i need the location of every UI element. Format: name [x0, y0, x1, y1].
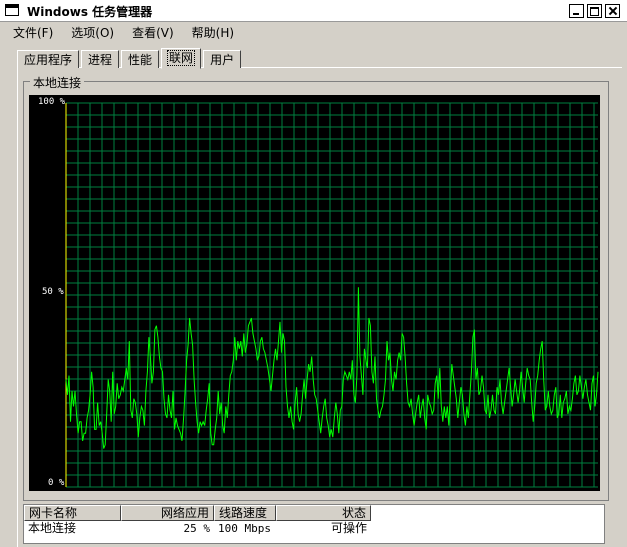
tab-users[interactable]: 用户 [203, 50, 242, 68]
tab-label: 应用程序 [24, 53, 73, 67]
column-link-speed[interactable]: 线路速度 [214, 505, 276, 521]
column-adapter-name[interactable]: 网卡名称 [24, 505, 121, 521]
network-utilization-graph: 100 % 50 % 0 % [29, 95, 600, 491]
tab-label: 用户 [210, 53, 235, 67]
menu-file[interactable]: 文件(F) [0, 24, 59, 41]
tab-strip: 应用程序 进程 性能 联网 用户 [17, 48, 243, 69]
column-state[interactable]: 状态 [276, 505, 371, 521]
tab-performance[interactable]: 性能 [121, 50, 160, 68]
tab-label: 性能 [128, 53, 153, 67]
menu-options[interactable]: 选项(O) [59, 24, 120, 41]
connection-group-label: 本地连接 [30, 74, 85, 91]
tab-label: 联网 [167, 50, 196, 66]
utilization-series-line [65, 287, 599, 449]
graph-grid [65, 102, 598, 488]
tab-networking[interactable]: 联网 [161, 48, 202, 69]
tab-applications[interactable]: 应用程序 [17, 50, 80, 68]
y-label-100: 100 % [38, 97, 66, 107]
window-title: Windows 任务管理器 [27, 5, 153, 19]
table-row[interactable]: 本地连接 25 % 100 Mbps 可操作 [24, 521, 371, 537]
adapter-list-header: 网卡名称 网络应用 线路速度 状态 [24, 505, 371, 521]
title-bar[interactable]: Windows 任务管理器 [0, 0, 627, 22]
menu-view[interactable]: 查看(V) [120, 24, 180, 41]
tab-label: 进程 [88, 53, 113, 67]
close-button[interactable] [605, 4, 620, 18]
adapter-speed: 100 Mbps [218, 522, 271, 535]
minimize-button[interactable] [569, 4, 584, 18]
menu-help[interactable]: 帮助(H) [180, 24, 240, 41]
adapter-name: 本地连接 [28, 521, 77, 535]
y-label-0: 0 % [48, 478, 65, 488]
graph-canvas [65, 102, 599, 488]
menu-bar: 文件(F) 选项(O) 查看(V) 帮助(H) [0, 22, 627, 42]
task-manager-icon [5, 4, 19, 16]
y-label-50: 50 % [42, 287, 64, 297]
adapter-state: 可操作 [330, 521, 367, 535]
adapter-utilization: 25 % [183, 522, 211, 535]
column-utilization[interactable]: 网络应用 [121, 505, 214, 521]
tab-processes[interactable]: 进程 [81, 50, 120, 68]
adapter-list[interactable]: 网卡名称 网络应用 线路速度 状态 本地连接 25 % 100 Mbps 可操作 [23, 504, 605, 544]
maximize-button[interactable] [587, 4, 602, 18]
